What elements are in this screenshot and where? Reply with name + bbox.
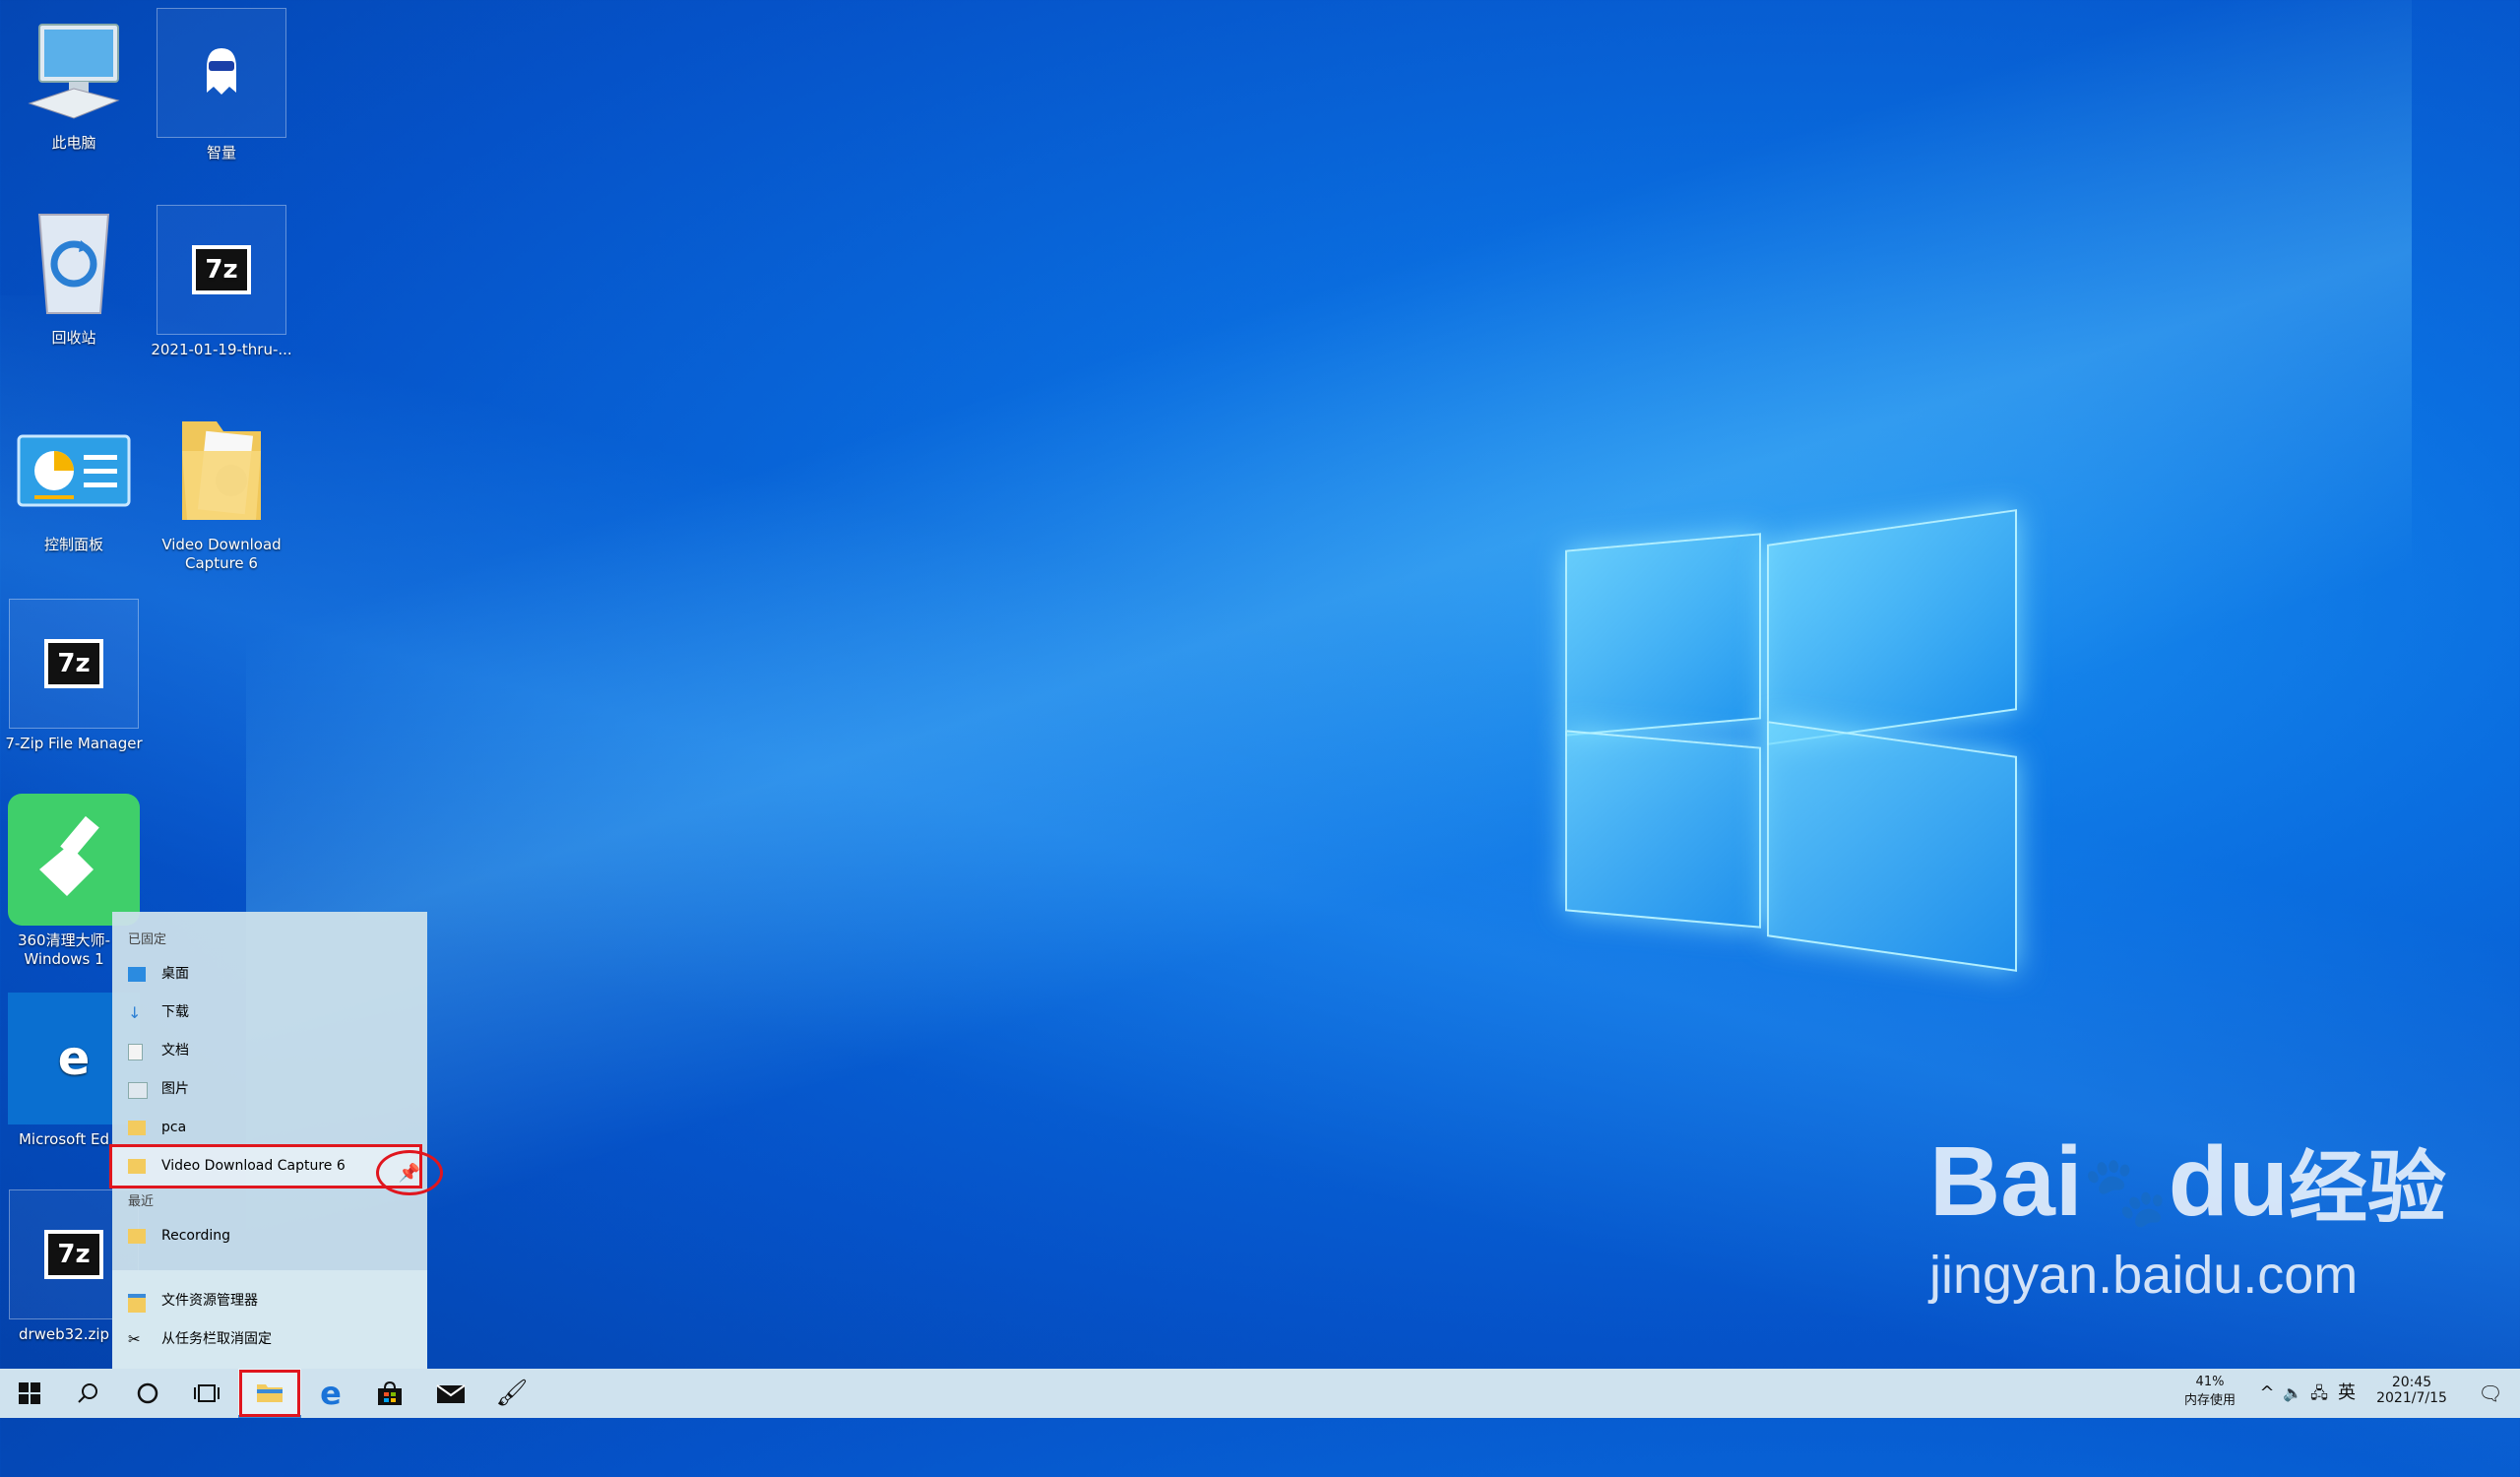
task-view-icon <box>194 1384 220 1402</box>
7z-archive-icon: 7z <box>157 205 286 335</box>
icon-label: drweb32.zip <box>18 1325 110 1343</box>
taskbar-mail[interactable] <box>421 1369 480 1418</box>
windows-logo-wallpaper <box>1565 502 2028 972</box>
desktop-icon-7z-archive[interactable]: 7z 2021-01-19-thru-... <box>148 205 295 359</box>
pinned-header: 已固定 <box>128 932 167 947</box>
network-button[interactable]: 🖧 <box>2305 1369 2333 1418</box>
input-method-button[interactable]: 英 <box>2333 1369 2361 1418</box>
7zip-icon: 7z <box>9 599 139 729</box>
desktop-icon-7zip-manager[interactable]: 7z 7-Zip File Manager <box>0 599 148 753</box>
mail-icon <box>436 1384 466 1403</box>
icon-label: Video Download Capture 6 <box>161 536 282 572</box>
unpin-icon: ✂ <box>128 1330 141 1348</box>
control-panel-icon <box>15 412 133 530</box>
taskbar: e 🖌 41% 内存使用 ^ 🔈 🖧 英 20:45 2021/7/15 🗨 <box>0 1369 2520 1418</box>
file-explorer-jump-list: 已固定 桌面 ↓ 下载 文档 图片 pca Video Download Cap… <box>109 912 427 1369</box>
search-button[interactable] <box>59 1369 118 1418</box>
jump-item-pictures[interactable]: 图片 <box>112 1070 427 1109</box>
paw-icon: 🐾 <box>2082 1153 2169 1230</box>
jump-item-documents[interactable]: 文档 <box>112 1032 427 1070</box>
jump-item-desktop[interactable]: 桌面 <box>112 955 427 994</box>
recent-header: 最近 <box>128 1194 155 1209</box>
notification-icon: 🗨 <box>2478 1381 2503 1405</box>
folder-icon <box>128 1159 146 1174</box>
jump-item-downloads[interactable]: ↓ 下载 <box>112 994 427 1032</box>
icon-label: 360清理大师-Windows 1 <box>17 931 111 968</box>
icon-label: Microsoft Ed <box>18 1130 110 1148</box>
computer-icon <box>15 10 133 128</box>
icon-label: 此电脑 <box>51 134 96 152</box>
paint-icon: 🖌 <box>495 1379 529 1408</box>
volume-button[interactable]: 🔈 <box>2280 1369 2305 1418</box>
cortana-button[interactable] <box>118 1369 177 1418</box>
taskbar-edge[interactable]: e <box>301 1369 360 1418</box>
store-icon <box>378 1381 402 1405</box>
folder-icon <box>162 412 281 530</box>
jump-list-actions: 文件资源管理器 ✂ 从任务栏取消固定 <box>112 1270 427 1369</box>
desktop-icon-zhiliang[interactable]: 智量 <box>148 8 295 162</box>
baidu-watermark: Bai🐾du经验 jingyan.baidu.com <box>1929 1126 2446 1305</box>
icon-label: 7-Zip File Manager <box>5 735 143 752</box>
action-unpin-from-taskbar[interactable]: ✂ 从任务栏取消固定 <box>112 1320 427 1359</box>
action-center-button[interactable]: 🗨 <box>2461 1369 2520 1418</box>
file-explorer-icon <box>128 1294 146 1313</box>
memory-usage[interactable]: 41% 内存使用 <box>2166 1369 2254 1424</box>
edge-icon: e <box>320 1375 342 1412</box>
chevron-up-icon: ^ <box>2259 1382 2275 1403</box>
unpin-icon: 📌 <box>398 1162 421 1184</box>
broom-app-icon <box>8 794 140 926</box>
file-explorer-icon <box>257 1383 283 1402</box>
action-open-file-explorer[interactable]: 文件资源管理器 <box>112 1282 427 1320</box>
show-hidden-icons-button[interactable]: ^ <box>2254 1369 2280 1418</box>
search-icon <box>78 1383 97 1403</box>
ghost-icon <box>157 8 286 138</box>
task-view-button[interactable] <box>177 1369 236 1418</box>
clock[interactable]: 20:45 2021/7/15 <box>2362 1369 2461 1424</box>
recycle-bin-icon <box>15 205 133 323</box>
taskbar-file-explorer[interactable] <box>238 1369 301 1418</box>
folder-icon <box>128 1121 146 1135</box>
icon-label: 控制面板 <box>43 536 103 553</box>
document-icon <box>128 1044 143 1060</box>
jump-item-recording[interactable]: Recording <box>112 1217 427 1255</box>
desktop-folder-icon <box>128 967 146 982</box>
windows-icon <box>19 1382 40 1404</box>
network-icon: 🖧 <box>2310 1383 2328 1402</box>
taskbar-store[interactable] <box>360 1369 419 1418</box>
icon-label: 2021-01-19-thru-... <box>151 341 292 358</box>
icon-label: 回收站 <box>51 329 96 347</box>
pictures-icon <box>128 1082 148 1099</box>
desktop-icon-video-download-capture[interactable]: Video Download Capture 6 <box>148 412 295 573</box>
jump-item-pca[interactable]: pca <box>112 1109 427 1147</box>
desktop-icon-recycle-bin[interactable]: 回收站 <box>0 205 148 348</box>
cortana-icon <box>137 1382 158 1404</box>
desktop-icon-this-pc[interactable]: 此电脑 <box>0 10 148 153</box>
jump-item-video-download-capture[interactable]: Video Download Capture 6 <box>109 1144 422 1188</box>
icon-label: 智量 <box>206 144 236 161</box>
download-icon: ↓ <box>128 1003 142 1022</box>
folder-icon <box>128 1229 146 1244</box>
desktop-icon-control-panel[interactable]: 控制面板 <box>0 412 148 554</box>
unpin-item-button[interactable]: 📌 <box>376 1150 443 1195</box>
taskbar-paint-app[interactable]: 🖌 <box>482 1369 541 1418</box>
speaker-icon: 🔈 <box>2283 1383 2302 1402</box>
start-button[interactable] <box>0 1369 59 1418</box>
